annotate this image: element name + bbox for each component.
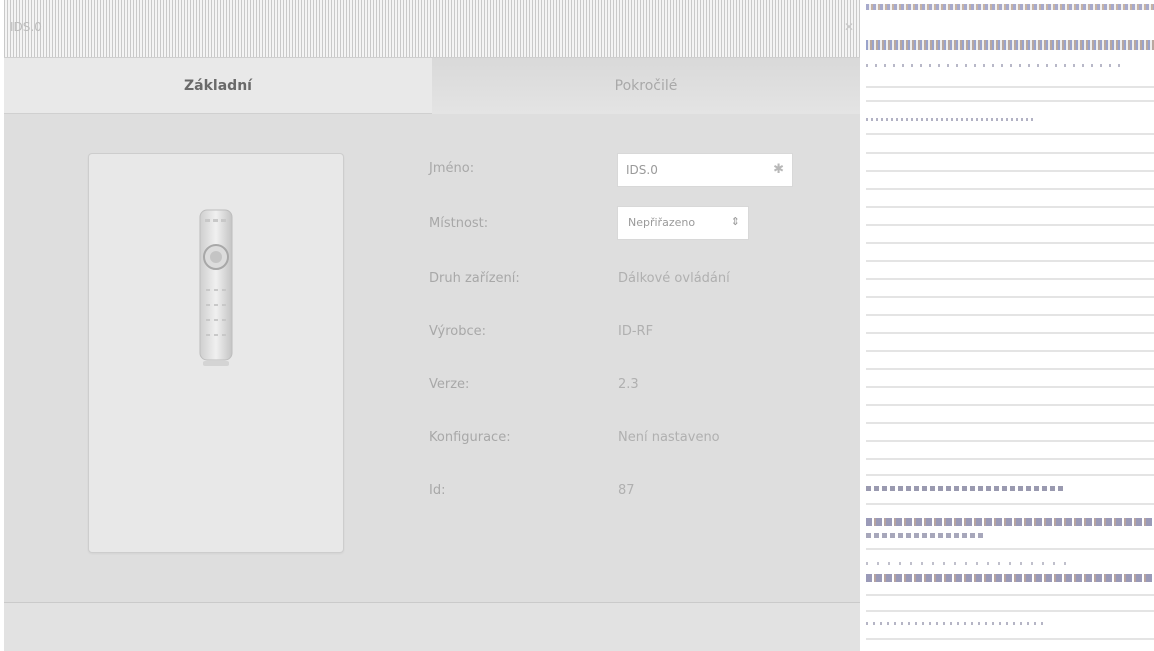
tab-bar: Základní Pokročilé [4,58,860,114]
tab-advanced[interactable]: Pokročilé [432,58,860,114]
close-icon[interactable]: ✕ [842,20,856,34]
room-label: Místnost: [429,216,489,231]
configuration-value: Není nastaveno [618,430,720,445]
name-input[interactable] [618,154,766,186]
manufacturer-label: Výrobce: [429,324,487,339]
window-title: IDS.0 [10,20,42,34]
id-value: 87 [618,483,635,498]
tab-basic[interactable]: Základní [4,58,432,114]
updown-arrow-icon: ⇕ [730,215,740,228]
configuration-label: Konfigurace: [429,430,511,445]
id-label: Id: [429,483,446,498]
type-value: Dálkové ovládání [618,271,730,286]
version-label: Verze: [429,377,470,392]
room-select[interactable]: Nepřiřazeno ⇕ [617,206,749,240]
device-dialog: IDS.0 ✕ Základní Pokročilé Jméno: IDS.0 … [4,0,860,651]
remote-control-icon [199,209,233,366]
device-image-panel [88,153,344,553]
background-artifact-area [866,0,1154,651]
room-select-value: Nepřiřazeno [628,216,696,229]
manufacturer-value: ID-RF [618,324,654,339]
name-field[interactable]: ✱ [617,153,793,187]
dialog-footer [4,602,860,651]
type-label: Druh zařízení: [429,271,520,286]
name-label: Jméno: [429,161,475,176]
edit-icon[interactable]: ✱ [773,162,784,177]
title-bar[interactable]: IDS.0 ✕ [4,0,860,58]
version-value: 2.3 [618,377,639,392]
